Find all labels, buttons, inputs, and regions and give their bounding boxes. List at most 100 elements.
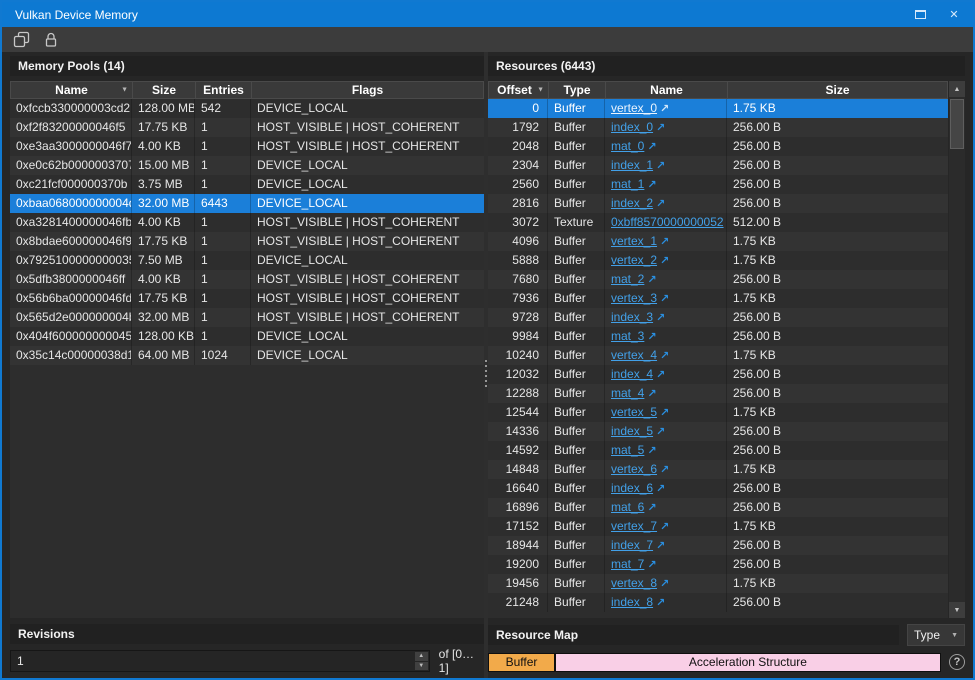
map-segment-label: Acceleration Structure (689, 655, 807, 669)
table-row[interactable]: 7680 Buffer mat_2↗ 256.00 B (488, 270, 948, 289)
scroll-up-button[interactable]: ▲ (949, 81, 965, 97)
resource-link[interactable]: mat_4 (611, 386, 644, 400)
table-row[interactable]: 12544 Buffer vertex_5↗ 1.75 KB (488, 403, 948, 422)
table-row[interactable]: 0xe3aa3000000046f7 4.00 KB 1 HOST_VISIBL… (10, 137, 484, 156)
table-row[interactable]: 12288 Buffer mat_4↗ 256.00 B (488, 384, 948, 403)
resource-link[interactable]: vertex_7 (611, 519, 657, 533)
table-row[interactable]: 3072 Texture 0xbff8570000000052↗ 512.00 … (488, 213, 948, 232)
help-button[interactable]: ? (949, 654, 965, 670)
scrollbar-track[interactable] (949, 97, 965, 601)
table-row[interactable]: 0xc21fcf000000370b 3.75 MB 1 DEVICE_LOCA… (10, 175, 484, 194)
table-row[interactable]: 7936 Buffer vertex_3↗ 1.75 KB (488, 289, 948, 308)
resource-link[interactable]: mat_0 (611, 139, 644, 153)
scroll-down-button[interactable]: ▼ (949, 602, 965, 618)
table-row[interactable]: 16640 Buffer index_6↗ 256.00 B (488, 479, 948, 498)
column-header-size[interactable]: Size (133, 82, 196, 98)
table-row[interactable]: 16896 Buffer mat_6↗ 256.00 B (488, 498, 948, 517)
resource-link[interactable]: mat_2 (611, 272, 644, 286)
map-segment[interactable]: Buffer (489, 654, 554, 671)
spin-up-button[interactable]: ▲ (415, 652, 428, 661)
table-row[interactable]: 9984 Buffer mat_3↗ 256.00 B (488, 327, 948, 346)
table-row[interactable]: 0xa3281400000046fb 4.00 KB 1 HOST_VISIBL… (10, 213, 484, 232)
scrollbar[interactable]: ▲ ▼ (949, 81, 965, 618)
resource-link[interactable]: vertex_6 (611, 462, 657, 476)
resource-link[interactable]: mat_3 (611, 329, 644, 343)
close-button[interactable]: ✕ (945, 7, 963, 23)
table-row[interactable]: 0xf2f83200000046f5 17.75 KB 1 HOST_VISIB… (10, 118, 484, 137)
new-window-button[interactable] (10, 30, 32, 50)
resource-link[interactable]: mat_6 (611, 500, 644, 514)
pool-entries-cell: 1 (195, 289, 251, 308)
table-row[interactable]: 0xbaa068000000004d 32.00 MB 6443 DEVICE_… (10, 194, 484, 213)
column-header-entries[interactable]: Entries (196, 82, 252, 98)
resource-link[interactable]: mat_7 (611, 557, 644, 571)
pool-entries-cell: 1024 (195, 346, 251, 365)
resource-link[interactable]: index_8 (611, 595, 653, 609)
table-row[interactable]: 0xe0c62b0000003707 15.00 MB 1 DEVICE_LOC… (10, 156, 484, 175)
table-row[interactable]: 14848 Buffer vertex_6↗ 1.75 KB (488, 460, 948, 479)
memory-pools-header: Memory Pools (14) (10, 56, 484, 76)
column-header-name[interactable]: Name ▼ (11, 82, 133, 98)
resource-map-mode-select[interactable]: Type ▼ (907, 624, 965, 646)
table-row[interactable]: 21248 Buffer index_8↗ 256.00 B (488, 593, 948, 612)
table-row[interactable]: 4096 Buffer vertex_1↗ 1.75 KB (488, 232, 948, 251)
resource-offset-cell: 2560 (488, 175, 548, 194)
column-header-flags[interactable]: Flags (252, 82, 483, 98)
table-row[interactable]: 19456 Buffer vertex_8↗ 1.75 KB (488, 574, 948, 593)
resource-link[interactable]: index_4 (611, 367, 653, 381)
resource-link[interactable]: vertex_4 (611, 348, 657, 362)
table-row[interactable]: 5888 Buffer vertex_2↗ 1.75 KB (488, 251, 948, 270)
resource-link[interactable]: index_7 (611, 538, 653, 552)
table-row[interactable]: 0x7925100000000035 7.50 MB 1 DEVICE_LOCA… (10, 251, 484, 270)
resource-link[interactable]: index_0 (611, 120, 653, 134)
table-row[interactable]: 2304 Buffer index_1↗ 256.00 B (488, 156, 948, 175)
table-row[interactable]: 2048 Buffer mat_0↗ 256.00 B (488, 137, 948, 156)
column-header-ressize[interactable]: Size (728, 82, 947, 98)
table-row[interactable]: 0x8bdae600000046f9 17.75 KB 1 HOST_VISIB… (10, 232, 484, 251)
table-row[interactable]: 0x35c14c00000038d1 64.00 MB 1024 DEVICE_… (10, 346, 484, 365)
table-row[interactable]: 0xfccb330000003cd2 128.00 MB 542 DEVICE_… (10, 99, 484, 118)
resource-link[interactable]: mat_5 (611, 443, 644, 457)
spin-down-button[interactable]: ▼ (415, 662, 428, 671)
resource-link[interactable]: vertex_5 (611, 405, 657, 419)
title-bar[interactable]: Vulkan Device Memory ✕ (2, 2, 973, 27)
table-row[interactable]: 14336 Buffer index_5↗ 256.00 B (488, 422, 948, 441)
table-row[interactable]: 19200 Buffer mat_7↗ 256.00 B (488, 555, 948, 574)
lock-button[interactable] (40, 30, 62, 50)
table-row[interactable]: 1792 Buffer index_0↗ 256.00 B (488, 118, 948, 137)
table-row[interactable]: 12032 Buffer index_4↗ 256.00 B (488, 365, 948, 384)
goto-icon: ↗ (656, 540, 665, 552)
table-row[interactable]: 18944 Buffer index_7↗ 256.00 B (488, 536, 948, 555)
resource-link[interactable]: vertex_2 (611, 253, 657, 267)
scrollbar-thumb[interactable] (950, 99, 964, 149)
table-row[interactable]: 9728 Buffer index_3↗ 256.00 B (488, 308, 948, 327)
resource-link[interactable]: vertex_0 (611, 101, 657, 115)
table-row[interactable]: 2560 Buffer mat_1↗ 256.00 B (488, 175, 948, 194)
revision-input[interactable] (11, 651, 414, 671)
resource-link[interactable]: vertex_3 (611, 291, 657, 305)
table-row[interactable]: 2816 Buffer index_2↗ 256.00 B (488, 194, 948, 213)
table-row[interactable]: 0x404f600000000045 128.00 KB 1 DEVICE_LO… (10, 327, 484, 346)
column-header-offset[interactable]: Offset ▼ (489, 82, 549, 98)
table-row[interactable]: 0x5dfb3800000046ff 4.00 KB 1 HOST_VISIBL… (10, 270, 484, 289)
table-row[interactable]: 0x565d2e000000004b 32.00 MB 1 HOST_VISIB… (10, 308, 484, 327)
map-segment[interactable]: Acceleration Structure (554, 654, 940, 671)
column-header-resname[interactable]: Name (606, 82, 728, 98)
table-row[interactable]: 14592 Buffer mat_5↗ 256.00 B (488, 441, 948, 460)
table-row[interactable]: 10240 Buffer vertex_4↗ 1.75 KB (488, 346, 948, 365)
resource-link[interactable]: index_5 (611, 424, 653, 438)
table-row[interactable]: 0x56b6ba00000046fd 17.75 KB 1 HOST_VISIB… (10, 289, 484, 308)
resource-link[interactable]: vertex_1 (611, 234, 657, 248)
resource-link[interactable]: 0xbff8570000000052 (611, 215, 724, 229)
pool-size-cell: 128.00 KB (132, 327, 195, 346)
resource-link[interactable]: mat_1 (611, 177, 644, 191)
column-header-type[interactable]: Type (549, 82, 606, 98)
resource-link[interactable]: index_1 (611, 158, 653, 172)
table-row[interactable]: 0 Buffer vertex_0↗ 1.75 KB (488, 99, 948, 118)
resource-link[interactable]: index_6 (611, 481, 653, 495)
resource-link[interactable]: index_2 (611, 196, 653, 210)
resource-link[interactable]: vertex_8 (611, 576, 657, 590)
maximize-button[interactable] (911, 7, 929, 23)
table-row[interactable]: 17152 Buffer vertex_7↗ 1.75 KB (488, 517, 948, 536)
resource-link[interactable]: index_3 (611, 310, 653, 324)
